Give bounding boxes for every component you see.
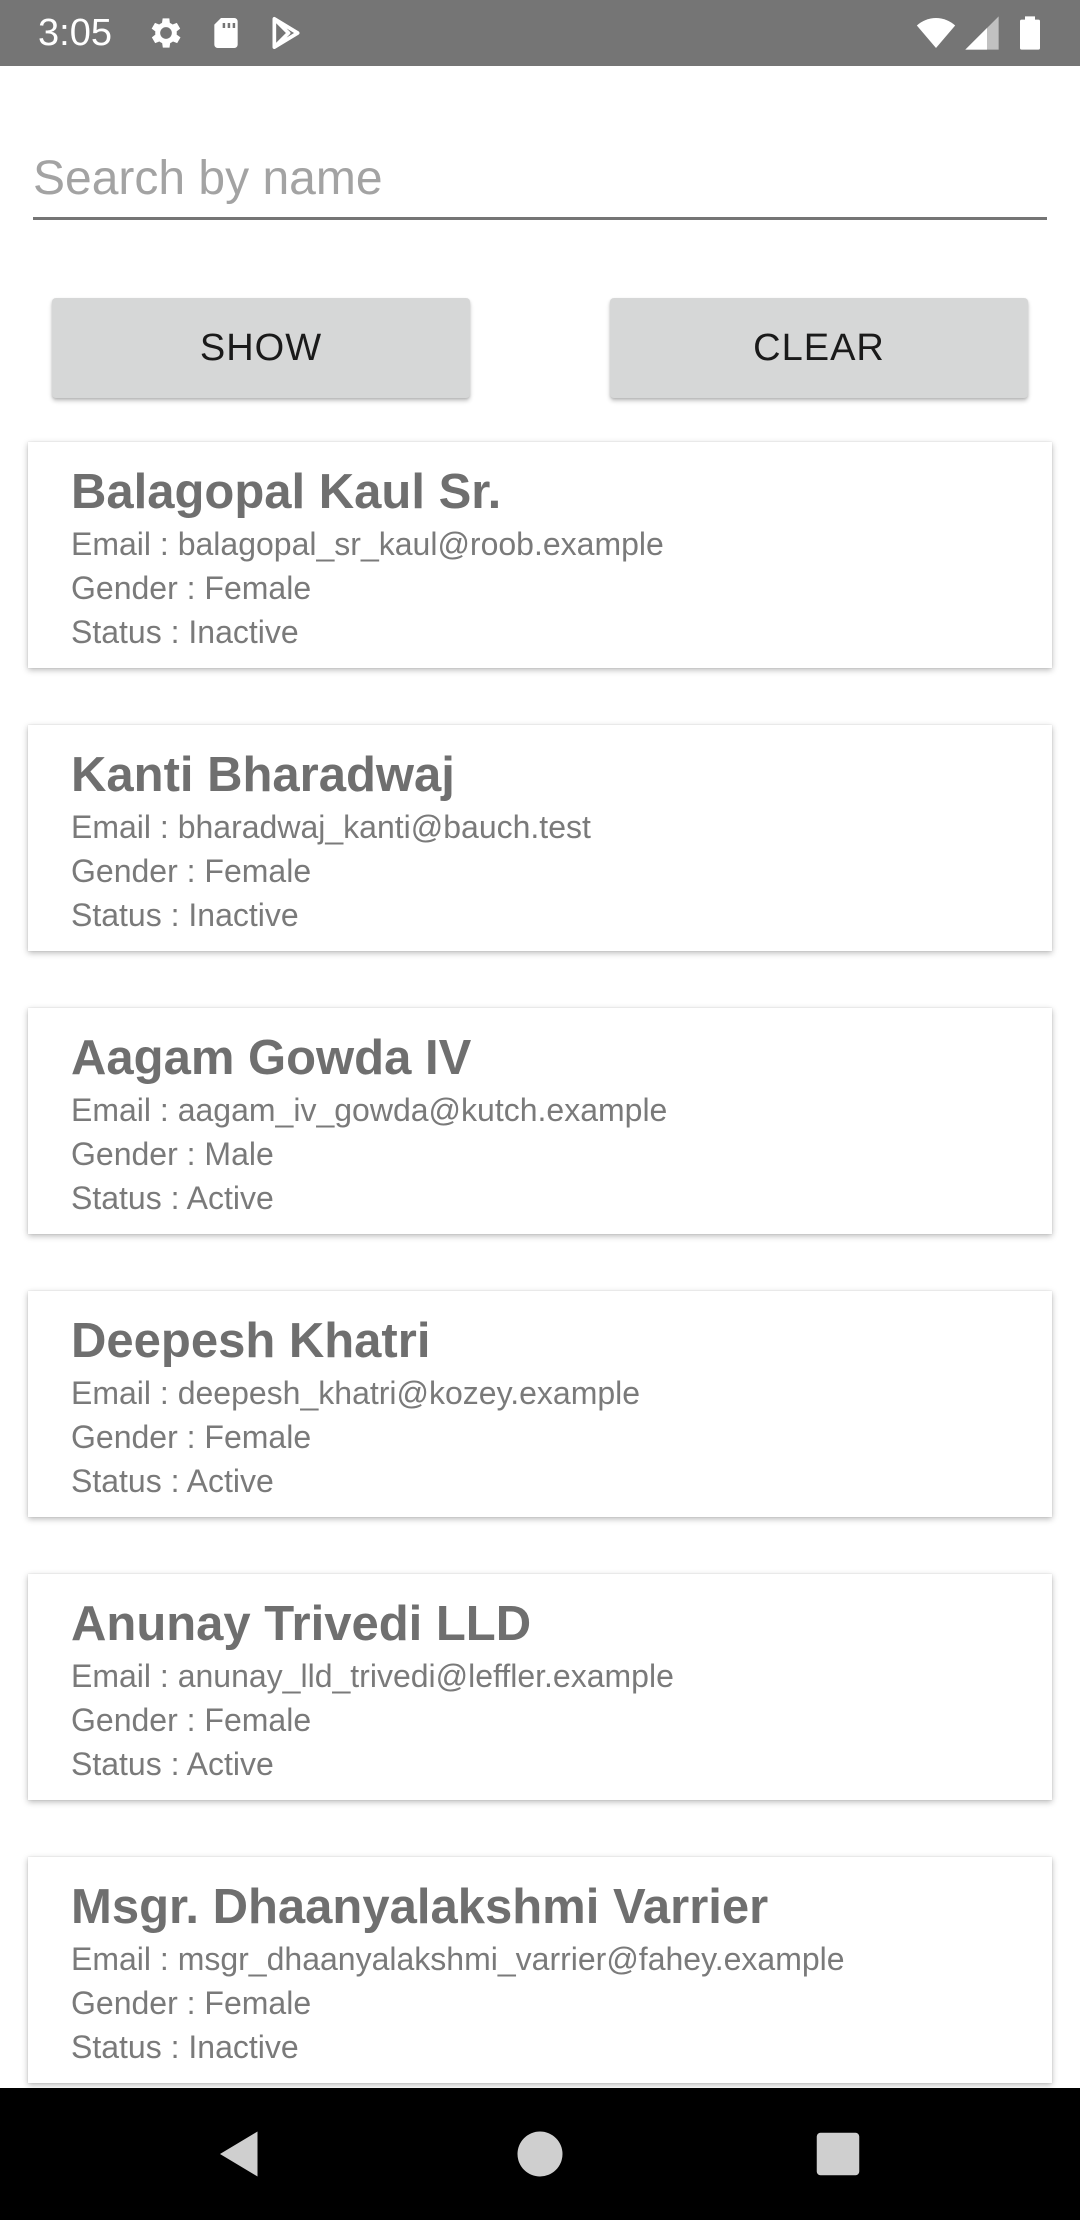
sd-card-icon	[206, 13, 246, 53]
user-email: Email : msgr_dhaanyalakshmi_varrier@fahe…	[71, 1941, 845, 1977]
wifi-icon	[914, 13, 958, 53]
user-email: Email : bharadwaj_kanti@bauch.test	[71, 809, 591, 845]
user-name: Aagam Gowda IV	[71, 1031, 472, 1085]
user-gender: Gender : Female	[71, 570, 312, 606]
search-input[interactable]	[33, 140, 1047, 216]
play-store-icon	[266, 13, 306, 53]
user-gender: Gender : Male	[71, 1136, 274, 1172]
user-gender: Gender : Female	[71, 1985, 312, 2021]
status-time: 3:05	[38, 12, 112, 54]
search-field-container	[33, 140, 1047, 220]
recents-icon[interactable]	[808, 2124, 868, 2184]
user-name: Msgr. Dhaanyalakshmi Varrier	[71, 1880, 769, 1934]
user-name: Deepesh Khatri	[71, 1314, 431, 1368]
user-email: Email : balagopal_sr_kaul@roob.example	[71, 526, 664, 562]
battery-icon	[1010, 13, 1050, 53]
user-email: Email : anunay_lld_trivedi@leffler.examp…	[71, 1658, 674, 1694]
user-card[interactable]: Msgr. Dhaanyalakshmi Varrier Email : msg…	[28, 1857, 1052, 2083]
user-name: Balagopal Kaul Sr.	[71, 465, 502, 519]
user-status: Status : Active	[71, 1463, 274, 1499]
user-card[interactable]: Aagam Gowda IV Email : aagam_iv_gowda@ku…	[28, 1008, 1052, 1234]
navigation-bar	[0, 2088, 1080, 2220]
status-bar: 3:05	[0, 0, 1080, 66]
user-email: Email : aagam_iv_gowda@kutch.example	[71, 1092, 668, 1128]
user-status: Status : Inactive	[71, 2029, 299, 2065]
user-gender: Gender : Female	[71, 853, 312, 889]
user-status: Status : Inactive	[71, 614, 299, 650]
user-status: Status : Active	[71, 1180, 274, 1216]
home-icon[interactable]	[510, 2124, 570, 2184]
user-status: Status : Inactive	[71, 897, 299, 933]
user-name: Kanti Bharadwaj	[71, 748, 455, 802]
user-name: Anunay Trivedi LLD	[71, 1597, 532, 1651]
gear-icon	[146, 13, 186, 53]
back-icon[interactable]	[210, 2124, 270, 2184]
signal-icon	[962, 13, 1002, 53]
show-button[interactable]: SHOW	[52, 298, 470, 398]
user-gender: Gender : Female	[71, 1702, 312, 1738]
user-card[interactable]: Anunay Trivedi LLD Email : anunay_lld_tr…	[28, 1574, 1052, 1800]
user-card[interactable]: Balagopal Kaul Sr. Email : balagopal_sr_…	[28, 442, 1052, 668]
user-email: Email : deepesh_khatri@kozey.example	[71, 1375, 641, 1411]
clear-button[interactable]: CLEAR	[610, 298, 1028, 398]
user-list[interactable]: Balagopal Kaul Sr. Email : balagopal_sr_…	[28, 442, 1052, 2140]
user-status: Status : Active	[71, 1746, 274, 1782]
user-card[interactable]: Deepesh Khatri Email : deepesh_khatri@ko…	[28, 1291, 1052, 1517]
user-card[interactable]: Kanti Bharadwaj Email : bharadwaj_kanti@…	[28, 725, 1052, 951]
user-gender: Gender : Female	[71, 1419, 312, 1455]
